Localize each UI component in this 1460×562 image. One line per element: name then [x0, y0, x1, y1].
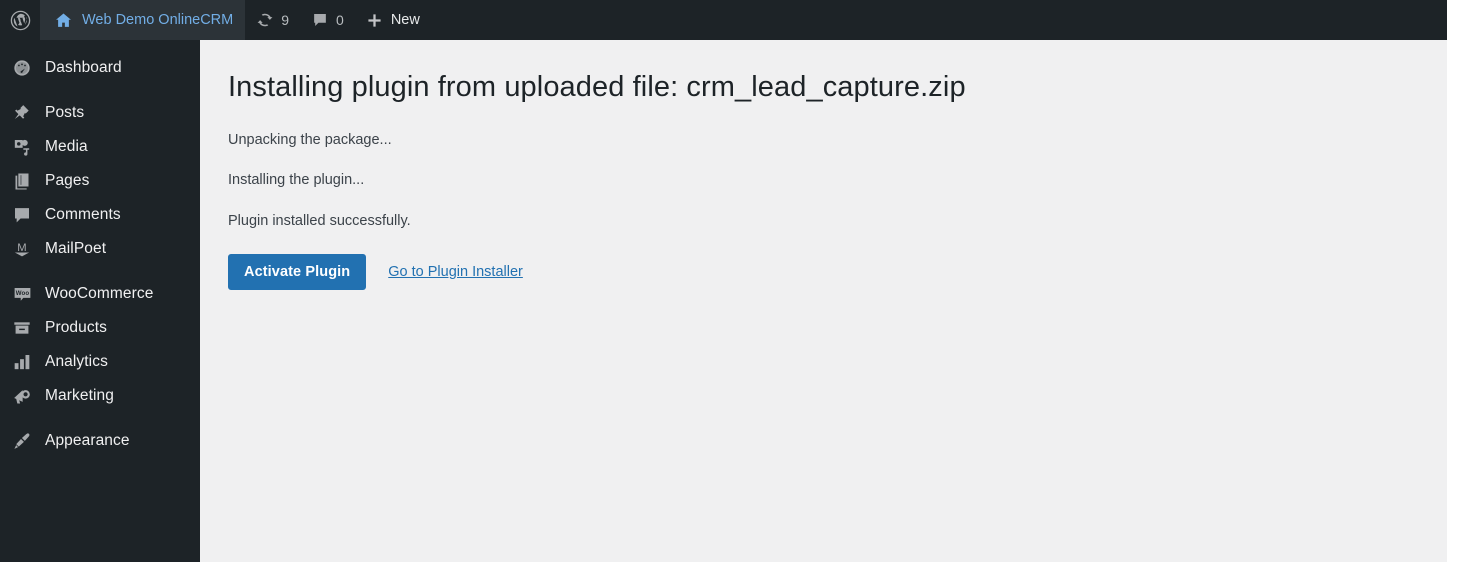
paintbrush-icon [10, 429, 34, 453]
activate-plugin-button[interactable]: Activate Plugin [228, 253, 367, 290]
site-name-menu[interactable]: Web Demo OnlineCRM [40, 0, 246, 40]
updates-button[interactable]: 9 [245, 0, 300, 40]
new-content-button[interactable]: New [355, 0, 431, 40]
woocommerce-icon: Woo [10, 282, 34, 306]
page-title: Installing plugin from uploaded file: cr… [228, 71, 966, 103]
wordpress-logo-icon [10, 10, 31, 31]
comments-count: 0 [336, 12, 344, 28]
analytics-bars-icon [10, 350, 34, 374]
sidebar-label-mailpoet: MailPoet [45, 240, 107, 258]
wordpress-logo-button[interactable] [0, 0, 40, 40]
home-icon [54, 11, 73, 30]
sidebar-label-marketing: Marketing [45, 387, 114, 405]
sidebar-label-woocommerce: WooCommerce [45, 285, 154, 303]
sidebar-item-woocommerce[interactable]: Woo WooCommerce [0, 277, 200, 311]
megaphone-icon [10, 384, 34, 408]
sidebar-label-dashboard: Dashboard [45, 59, 122, 77]
vertical-scrollbar[interactable] [1447, 0, 1460, 562]
menu-separator-1 [0, 85, 200, 96]
plus-icon [366, 12, 383, 29]
sidebar-label-comments: Comments [45, 206, 121, 224]
update-arrows-icon [256, 11, 274, 29]
main-content-area: Installing plugin from uploaded file: cr… [200, 40, 1447, 562]
sidebar-label-products: Products [45, 319, 107, 337]
sidebar-label-pages: Pages [45, 172, 90, 190]
new-content-label: New [390, 12, 420, 28]
sidebar-item-posts[interactable]: Posts [0, 96, 200, 130]
pin-icon [10, 101, 34, 125]
products-box-icon [10, 316, 34, 340]
sidebar-item-dashboard[interactable]: Dashboard [0, 51, 200, 85]
sidebar-item-comments[interactable]: Comments [0, 198, 200, 232]
admin-bar: Web Demo OnlineCRM 9 0 New [0, 0, 1447, 40]
menu-spacer-top [0, 40, 200, 51]
sidebar-item-pages[interactable]: Pages [0, 164, 200, 198]
go-to-plugin-installer-link[interactable]: Go to Plugin Installer [388, 264, 523, 280]
svg-text:Woo: Woo [15, 290, 29, 297]
menu-separator-3 [0, 413, 200, 424]
status-line-success: Plugin installed successfully. [228, 213, 411, 230]
comments-button[interactable]: 0 [300, 0, 355, 40]
dashboard-gauge-icon [10, 56, 34, 80]
svg-text:M: M [17, 242, 26, 254]
updates-count: 9 [281, 12, 290, 28]
action-row: Activate Plugin Go to Plugin Installer [228, 253, 1427, 290]
status-line-unpacking: Unpacking the package... [228, 131, 392, 148]
mailpoet-icon: M [10, 237, 34, 261]
admin-sidebar-menu: Dashboard Posts Media Pages Comments M M… [0, 40, 200, 562]
sidebar-label-media: Media [45, 138, 88, 156]
menu-separator-2 [0, 266, 200, 277]
wordpress-admin-screen: Web Demo OnlineCRM 9 0 New Dashboard Pos… [0, 0, 1460, 562]
sidebar-label-posts: Posts [45, 104, 85, 122]
media-icon [10, 135, 34, 159]
sidebar-item-marketing[interactable]: Marketing [0, 379, 200, 413]
comment-bubble-icon [311, 11, 329, 29]
pages-icon [10, 169, 34, 193]
sidebar-item-media[interactable]: Media [0, 130, 200, 164]
sidebar-item-analytics[interactable]: Analytics [0, 345, 200, 379]
status-line-installing: Installing the plugin... [228, 172, 365, 189]
site-name-label: Web Demo OnlineCRM [82, 12, 234, 28]
sidebar-item-products[interactable]: Products [0, 311, 200, 345]
comment-bubble-icon [10, 203, 34, 227]
sidebar-item-mailpoet[interactable]: M MailPoet [0, 232, 200, 266]
sidebar-label-appearance: Appearance [45, 432, 130, 450]
sidebar-item-appearance[interactable]: Appearance [0, 424, 200, 458]
sidebar-label-analytics: Analytics [45, 353, 108, 371]
